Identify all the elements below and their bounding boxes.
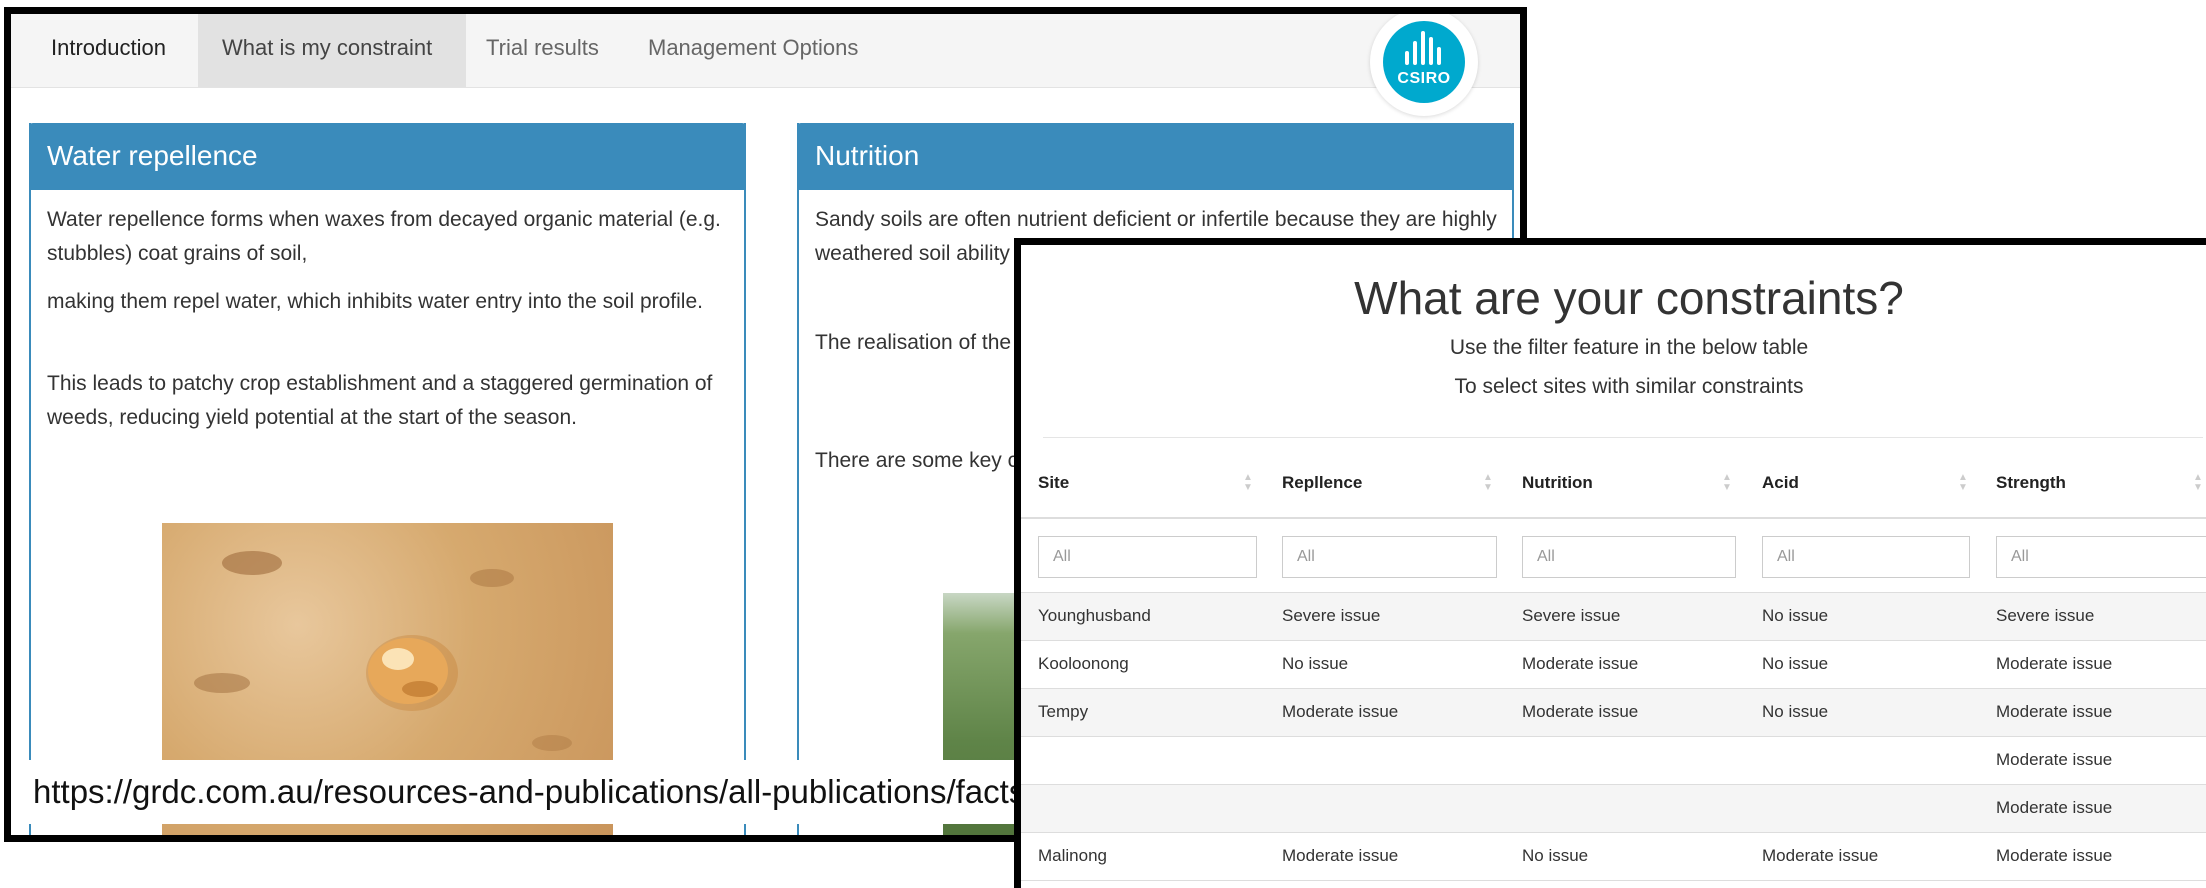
cell-site: Younghusband bbox=[1038, 606, 1151, 625]
csiro-logo-text: CSIRO bbox=[1397, 70, 1451, 87]
panel-body: Water repellence forms when waxes from d… bbox=[31, 190, 744, 547]
top-navbar: Introduction What is my constraint Trial… bbox=[11, 14, 1520, 116]
filter-strength-input[interactable] bbox=[1996, 536, 2206, 578]
column-header-nutrition[interactable]: Nutrition bbox=[1522, 473, 1593, 493]
cell-repllence: Moderate issue bbox=[1282, 846, 1399, 865]
cell-repllence: No issue bbox=[1282, 654, 1349, 673]
cell-repllence: Moderate issue bbox=[1282, 702, 1399, 721]
cell-strength: Moderate issue bbox=[1996, 846, 2113, 865]
paragraph: making them repel water, which inhibits … bbox=[47, 290, 703, 313]
filter-site-input[interactable] bbox=[1038, 536, 1257, 578]
paragraph: This leads to patchy crop establishment … bbox=[47, 372, 713, 429]
cell-nutrition: No issue bbox=[1522, 846, 1589, 865]
column-header-site[interactable]: Site bbox=[1038, 473, 1069, 493]
cell-acid: No issue bbox=[1762, 654, 1829, 673]
cell-nutrition: Moderate issue bbox=[1522, 702, 1639, 721]
cell-acid: No issue bbox=[1762, 606, 1829, 625]
water-repellence-panel: Water repellence Water repellence forms … bbox=[29, 123, 746, 835]
sort-icon[interactable]: ▲ ▼ bbox=[1243, 473, 1253, 495]
csiro-logo-circle: CSIRO bbox=[1383, 21, 1465, 103]
cell-strength: Moderate issue bbox=[1996, 750, 2113, 769]
tab-introduction[interactable]: Introduction bbox=[33, 14, 177, 87]
cell-strength: Moderate issue bbox=[1996, 798, 2113, 817]
column-header-strength[interactable]: Strength bbox=[1996, 473, 2066, 493]
cell-strength: Severe issue bbox=[1996, 606, 2095, 625]
table-row[interactable]: Younghusband Severe issue Severe issue N… bbox=[1021, 593, 2206, 641]
table-row[interactable]: Moderate issue bbox=[1021, 785, 2206, 833]
filter-acid-input[interactable] bbox=[1762, 536, 1970, 578]
filter-repllence-input[interactable] bbox=[1282, 536, 1497, 578]
cell-strength: Moderate issue bbox=[1996, 654, 2113, 673]
csiro-logo-bars-icon bbox=[1383, 31, 1465, 65]
constraints-subtitle: To select sites with similar constraints bbox=[1454, 375, 1804, 398]
tab-management-options[interactable]: Management Options bbox=[648, 14, 858, 87]
cell-site: Malinong bbox=[1038, 846, 1107, 865]
panel-header: Nutrition bbox=[797, 123, 1514, 190]
panel-header: Water repellence bbox=[29, 123, 746, 190]
tab-trial-results[interactable]: Trial results bbox=[486, 14, 599, 87]
cell-nutrition: Moderate issue bbox=[1522, 654, 1639, 673]
cell-site: Kooloonong bbox=[1038, 654, 1129, 673]
tab-what-is-my-constraint[interactable]: What is my constraint bbox=[198, 14, 466, 87]
paragraph: Water repellence forms when waxes from d… bbox=[47, 208, 721, 265]
constraints-subtitle: Use the filter feature in the below tabl… bbox=[1449, 336, 1809, 359]
column-header-acid[interactable]: Acid bbox=[1762, 473, 1799, 493]
header-divider bbox=[1021, 517, 2206, 519]
sort-icon[interactable]: ▲ ▼ bbox=[2193, 473, 2203, 495]
panel-title: Water repellence bbox=[47, 140, 258, 171]
sort-icon[interactable]: ▲ ▼ bbox=[1483, 473, 1493, 495]
sort-icon[interactable]: ▲ ▼ bbox=[1958, 473, 1968, 495]
constraints-title: What are your constraints? bbox=[1354, 272, 1904, 324]
cell-acid: No issue bbox=[1762, 702, 1829, 721]
constraints-table-window: What are your constraints? Use the filte… bbox=[1014, 238, 2206, 888]
divider bbox=[1043, 437, 2203, 438]
panel-title: Nutrition bbox=[815, 140, 920, 171]
table-row[interactable]: Kooloonong No issue Moderate issue No is… bbox=[1021, 641, 2206, 689]
table-row[interactable]: Moderate issue bbox=[1021, 737, 2206, 785]
filter-nutrition-input[interactable] bbox=[1522, 536, 1736, 578]
cell-nutrition: Severe issue bbox=[1522, 606, 1621, 625]
csiro-logo[interactable]: CSIRO bbox=[1370, 14, 1478, 116]
table-row[interactable]: Tempy Moderate issue Moderate issue No i… bbox=[1021, 689, 2206, 737]
column-header-repllence[interactable]: Repllence bbox=[1282, 473, 1362, 493]
sort-icon[interactable]: ▲ ▼ bbox=[1722, 473, 1732, 495]
cell-site: Tempy bbox=[1038, 702, 1089, 721]
cell-strength: Moderate issue bbox=[1996, 702, 2113, 721]
table-row[interactable]: Malinong Moderate issue No issue Moderat… bbox=[1021, 833, 2206, 881]
cell-acid: Moderate issue bbox=[1762, 846, 1879, 865]
cell-repllence: Severe issue bbox=[1282, 606, 1381, 625]
